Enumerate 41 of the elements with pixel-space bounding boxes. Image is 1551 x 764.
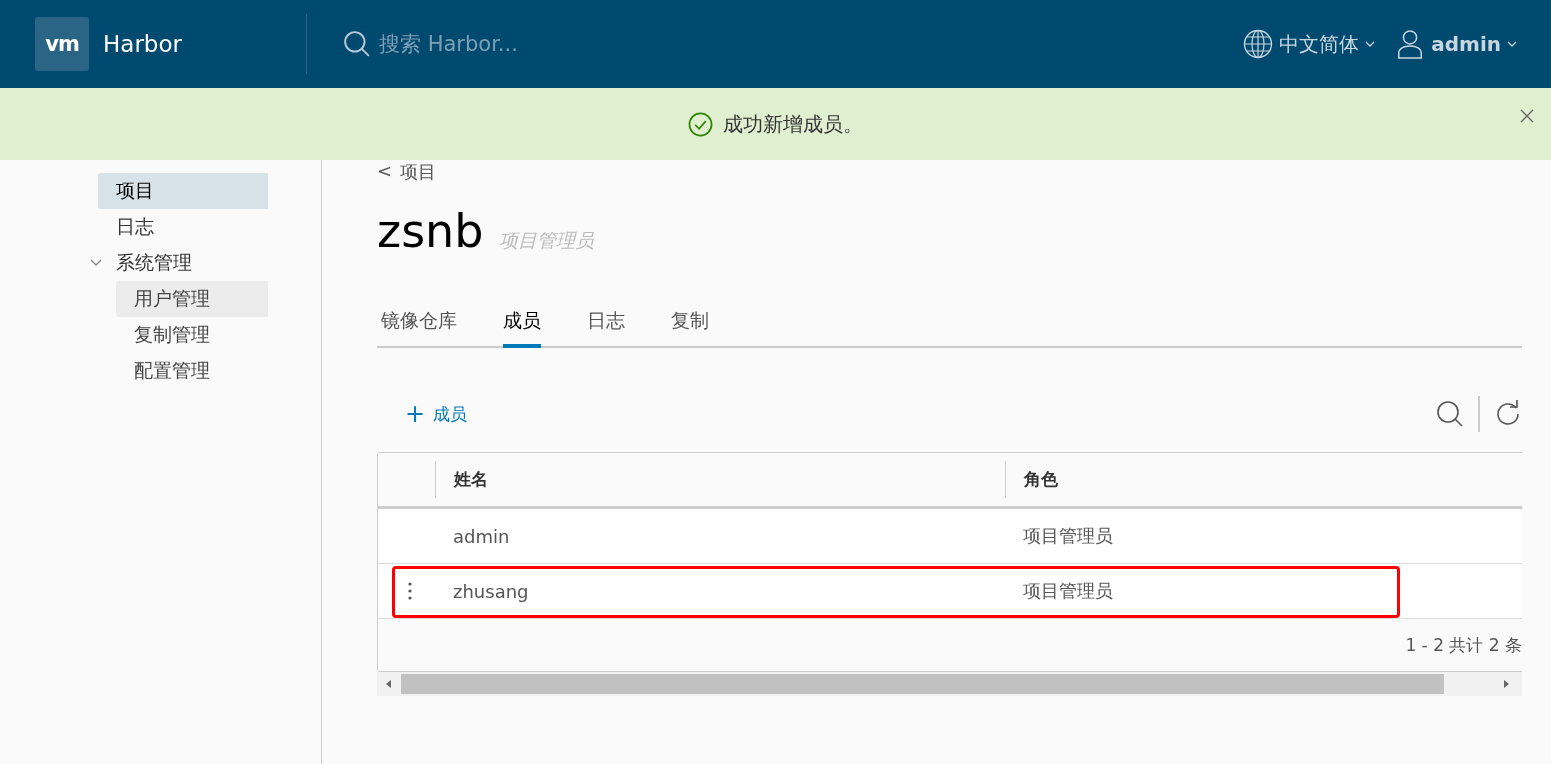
project-name: zsnb xyxy=(377,204,484,258)
check-circle-icon xyxy=(688,111,713,137)
refresh-icon[interactable] xyxy=(1494,400,1522,428)
table-cell-text: zhusang xyxy=(452,580,530,602)
alert-message: 成功新增成员。 xyxy=(723,110,863,138)
nav-item[interactable]: 复制管理 xyxy=(116,317,268,353)
chevron-icon[interactable] xyxy=(90,259,102,267)
tab[interactable]: 复制 xyxy=(671,298,709,348)
close-icon[interactable] xyxy=(1520,109,1534,123)
table-cell-text: admin xyxy=(452,525,511,547)
scroll-left-icon[interactable] xyxy=(385,680,393,688)
nav-item[interactable]: 配置管理 xyxy=(116,353,268,389)
table-cell-text: 项目管理员 xyxy=(1022,579,1114,603)
back-arrow-icon: < xyxy=(377,160,393,186)
breadcrumb-link[interactable]: 项目 xyxy=(400,160,437,186)
search-field[interactable]: 搜索 Harbor... xyxy=(377,31,681,57)
caret-icon xyxy=(1365,41,1376,47)
scroll-right-icon[interactable] xyxy=(1502,680,1510,688)
nav-item[interactable]: 日志 xyxy=(98,209,268,245)
caret-icon xyxy=(1507,41,1517,47)
horizontal-scrollbar[interactable] xyxy=(377,672,1522,696)
column-header[interactable]: 角色 xyxy=(1005,461,1522,498)
app-title: Harbor xyxy=(103,31,182,57)
globe-icon xyxy=(1243,29,1274,59)
tab[interactable]: 成员 xyxy=(503,298,541,348)
column-header[interactable]: 姓名 xyxy=(435,461,1005,498)
pagination-text: 1 - 2 共计 2 条 xyxy=(1405,633,1522,657)
nav-item[interactable]: 项目 xyxy=(98,173,268,209)
user-menu[interactable]: admin xyxy=(1395,29,1517,59)
tab[interactable]: 日志 xyxy=(587,298,625,348)
nav-item[interactable]: 用户管理 xyxy=(116,281,268,317)
kebab-menu-icon[interactable] xyxy=(407,582,412,600)
table-cell-text: 项目管理员 xyxy=(1022,524,1114,548)
search-icon xyxy=(343,30,371,58)
nav-group[interactable]: 系统管理 xyxy=(98,245,268,281)
search-icon[interactable] xyxy=(1436,400,1464,428)
logo-icon: vm xyxy=(35,17,89,71)
tab[interactable]: 镜像仓库 xyxy=(381,298,457,348)
add-member-button[interactable]: + 成员 xyxy=(377,394,478,434)
project-role: 项目管理员 xyxy=(499,228,595,253)
language-menu[interactable]: 中文简体 xyxy=(1243,29,1376,59)
